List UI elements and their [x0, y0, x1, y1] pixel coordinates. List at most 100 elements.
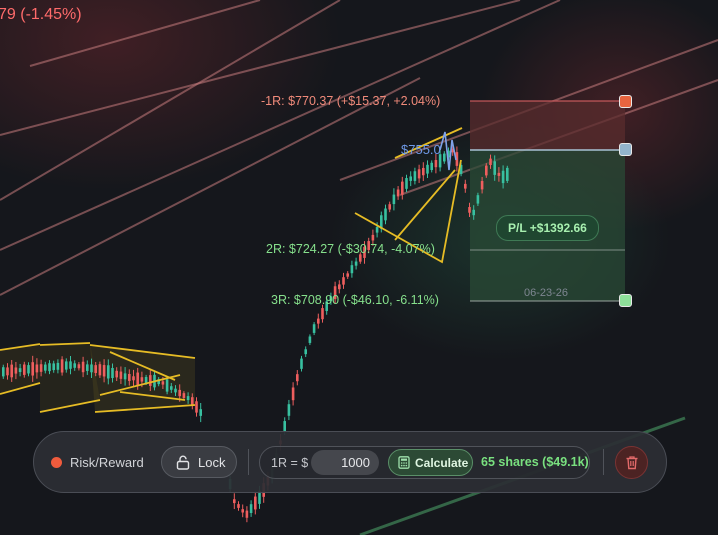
risk-reward-position[interactable] [470, 100, 625, 302]
candle-body [501, 170, 505, 184]
candle-body [115, 370, 118, 378]
candle-body [119, 371, 123, 379]
lock-button[interactable]: Lock [161, 446, 237, 478]
candle-body [69, 361, 72, 369]
candle-body [123, 373, 127, 380]
candle-body [317, 318, 320, 324]
reward-3r-label: 3R: $708.90 (-$46.10, -6.11%) [271, 293, 439, 307]
candle-body [426, 164, 429, 174]
candle-body [56, 362, 60, 370]
candle-body [401, 181, 404, 195]
pl-badge: P/L +$1392.66 [496, 215, 599, 241]
candle-body [291, 387, 295, 401]
unlock-icon [176, 455, 190, 473]
candle-body [287, 404, 291, 416]
candle-body [342, 277, 345, 285]
candle-body [241, 509, 244, 513]
candle-body [144, 377, 148, 383]
candle-body [98, 364, 102, 376]
candle-body [199, 409, 202, 416]
candle-body [388, 204, 391, 210]
candle-body [413, 171, 417, 181]
candle-body [384, 208, 387, 221]
candle-body [506, 167, 509, 181]
candle-body [321, 308, 324, 320]
candle-body [132, 376, 135, 381]
candle-body [128, 373, 131, 381]
candle-body [182, 393, 186, 398]
risk-unit-label: 1R = $ [271, 456, 309, 470]
candle-body [39, 364, 43, 372]
calculate-button[interactable]: Calculate [388, 449, 473, 476]
candle-body [480, 181, 484, 190]
candle-body [245, 510, 249, 518]
candle-body [44, 364, 47, 371]
candle-body [81, 361, 85, 373]
candle-body [304, 349, 307, 355]
take-profit-handle[interactable] [619, 294, 632, 307]
toolbar-divider [248, 449, 249, 475]
delete-button[interactable] [615, 446, 648, 479]
candle-body [77, 364, 81, 369]
candle-body [254, 496, 257, 510]
candle-body [468, 207, 471, 213]
candle-body [472, 209, 475, 216]
dot-icon [51, 457, 62, 468]
tool-name-label: Risk/Reward [70, 455, 144, 470]
candle-body [434, 160, 438, 168]
candle-body [52, 363, 55, 371]
price-change-label: 79 (-1.45%) [0, 6, 82, 23]
candle-body [136, 372, 139, 386]
candle-body [464, 183, 467, 189]
pattern-shading [0, 343, 195, 412]
candle-body [178, 389, 181, 397]
entry-handle[interactable] [619, 143, 632, 156]
candle-body [186, 396, 190, 401]
candle-body [60, 359, 64, 373]
candle-body [476, 195, 480, 204]
candle-body [73, 363, 76, 368]
candle-body [48, 363, 51, 372]
candle-body [140, 377, 144, 382]
candle-body [94, 365, 97, 373]
candle-body [35, 364, 39, 373]
candle-body [86, 364, 89, 371]
candle-body [233, 499, 236, 504]
candle-body [2, 367, 5, 377]
position-date-label: 06-23-26 [524, 287, 569, 299]
candle-body [111, 367, 114, 379]
toolbar-divider [603, 449, 604, 475]
candle-body [23, 364, 26, 375]
candle-body [375, 227, 379, 233]
candle-body [249, 504, 253, 514]
current-price-label: $755.0 [401, 142, 441, 157]
candle-body [338, 284, 341, 290]
candle-body [165, 379, 169, 392]
candle-body [350, 265, 354, 274]
candle-body [174, 388, 177, 393]
calculate-label: Calculate [415, 456, 469, 470]
candle-body [195, 401, 198, 413]
calculator-icon [398, 456, 410, 472]
shares-result: 65 shares ($49.1k) [481, 455, 589, 469]
candle-body [485, 165, 488, 176]
candle-body [346, 273, 349, 277]
candle-body [14, 367, 18, 374]
candle-body [443, 153, 446, 162]
candle-body [392, 194, 396, 205]
candle-body [102, 365, 106, 377]
candle-body [354, 261, 358, 266]
risk-level-label: -1R: $770.37 (+$15.37, +2.04%) [261, 94, 441, 108]
candle-body [489, 158, 492, 165]
candle-body [10, 364, 13, 378]
stop-loss-handle[interactable] [619, 95, 632, 108]
lock-label: Lock [198, 455, 226, 470]
risk-amount-input[interactable] [311, 450, 379, 475]
trash-icon [625, 455, 639, 475]
candle-body [312, 324, 316, 333]
candle-body [300, 358, 303, 369]
candle-body [430, 162, 433, 171]
candle-body [409, 176, 412, 181]
candle-body [405, 178, 408, 189]
candle-body [497, 172, 501, 176]
